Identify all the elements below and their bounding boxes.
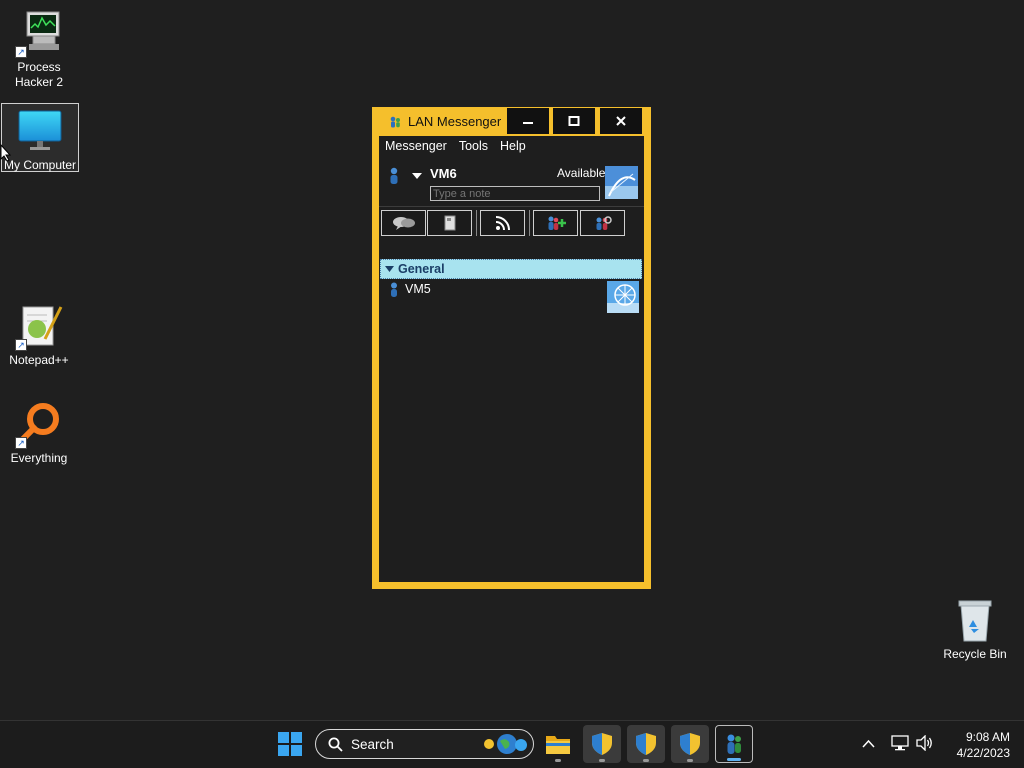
- file-transfer-icon: [444, 215, 455, 231]
- taskbar-shield-app-2[interactable]: [627, 725, 665, 763]
- taskbar-shield-app-1[interactable]: [583, 725, 621, 763]
- volume-icon[interactable]: [916, 735, 934, 751]
- menu-tools[interactable]: Tools: [453, 136, 494, 156]
- search-icon: [328, 737, 343, 752]
- add-contact-button[interactable]: [533, 210, 578, 236]
- minimize-icon: [523, 122, 533, 124]
- file-transfer-button[interactable]: [427, 210, 472, 236]
- profile-panel: VM6 Available: [379, 156, 644, 204]
- lan-messenger-app-icon: [727, 734, 741, 754]
- desktop-icon-everything[interactable]: ↗ Everything: [0, 401, 78, 466]
- active-indicator: [727, 758, 741, 761]
- desktop-icon-label: Process: [17, 60, 61, 74]
- note-input[interactable]: [430, 186, 600, 201]
- window-client-area: Messenger Tools Help VM6 Available Type …: [379, 136, 644, 582]
- menu-messenger[interactable]: Messenger: [379, 136, 453, 156]
- close-button[interactable]: [599, 107, 643, 135]
- start-button[interactable]: [271, 725, 309, 763]
- chevron-up-icon[interactable]: [862, 739, 875, 748]
- search-highlight-icon: [484, 734, 527, 754]
- lan-messenger-app-icon: [390, 116, 400, 127]
- clock-date: 4/22/2023: [956, 746, 1010, 760]
- broadcast-icon: [495, 216, 510, 231]
- running-indicator: [687, 759, 693, 762]
- desktop-icon-label-line2: Hacker 2: [14, 75, 64, 89]
- menu-bar: Messenger Tools Help: [379, 136, 532, 156]
- search-label: Search: [351, 736, 394, 752]
- taskbar-shield-app-3[interactable]: [671, 725, 709, 763]
- broadcast-button[interactable]: [480, 210, 525, 236]
- shortcut-arrow-icon: ↗: [15, 437, 27, 449]
- user-avatar[interactable]: [605, 166, 638, 199]
- window-title: LAN Messenger: [408, 114, 502, 129]
- monitor-icon: [16, 108, 64, 156]
- magnifier-icon: ↗: [15, 401, 63, 449]
- refresh-contacts-button[interactable]: [580, 210, 625, 236]
- recycle-bin-icon: [951, 597, 999, 645]
- shield-icon: [592, 733, 612, 755]
- chat-button[interactable]: [381, 210, 426, 236]
- maximize-button[interactable]: [552, 107, 596, 135]
- taskbar-file-explorer[interactable]: [539, 725, 577, 763]
- status-label: Available: [557, 166, 606, 180]
- status-dropdown-icon[interactable]: [412, 173, 422, 179]
- taskbar: Search 9:08 AM 4/22/2023: [0, 720, 1024, 768]
- desktop-icon-label: My Computer: [3, 158, 77, 172]
- expand-arrow-icon: [385, 266, 394, 272]
- contact-name: VM5: [405, 282, 431, 296]
- user-status-icon[interactable]: [388, 167, 400, 185]
- shield-icon: [636, 733, 656, 755]
- running-indicator: [643, 759, 649, 762]
- folder-icon: [546, 736, 570, 754]
- shield-icon: [680, 733, 700, 755]
- taskbar-lan-messenger[interactable]: [715, 725, 753, 763]
- lan-messenger-window: LAN Messenger Messenger Tools Help VM6 A…: [372, 107, 651, 589]
- desktop-icon-recycle-bin[interactable]: Recycle Bin: [936, 597, 1014, 662]
- title-bar[interactable]: LAN Messenger: [372, 107, 651, 136]
- windows-logo-icon: [278, 732, 302, 756]
- menu-help[interactable]: Help: [494, 136, 532, 156]
- shortcut-arrow-icon: ↗: [15, 339, 27, 351]
- running-indicator: [599, 759, 605, 762]
- clock[interactable]: 9:08 AM 4/22/2023: [944, 729, 1010, 761]
- desktop-icon-my-computer[interactable]: My Computer: [1, 103, 79, 172]
- refresh-contacts-icon: [596, 216, 612, 230]
- clock-time: 9:08 AM: [965, 730, 1010, 744]
- chat-icon: [392, 217, 415, 230]
- contact-avatar: [607, 281, 639, 313]
- add-contact-icon: [548, 216, 566, 230]
- toolbar: [379, 206, 644, 237]
- contact-status-icon: [391, 282, 397, 297]
- network-icon[interactable]: [891, 735, 909, 751]
- shortcut-arrow-icon: ↗: [15, 46, 27, 58]
- toolbar-separator: [529, 210, 530, 236]
- user-name: VM6: [430, 166, 457, 181]
- desktop-icon-notepad-plus-plus[interactable]: ↗ Notepad++: [0, 303, 78, 368]
- contact-group-header[interactable]: General: [380, 259, 642, 279]
- process-hacker-icon: ↗: [15, 10, 63, 58]
- desktop-icon-process-hacker[interactable]: ↗ Process Hacker 2: [0, 10, 78, 90]
- maximize-icon: [568, 116, 580, 126]
- minimize-button[interactable]: [506, 107, 550, 135]
- desktop-icon-label: Recycle Bin: [943, 647, 1007, 661]
- running-indicator: [555, 759, 561, 762]
- taskbar-search[interactable]: Search: [315, 729, 534, 759]
- group-name: General: [398, 262, 445, 276]
- mouse-cursor-icon: [0, 144, 12, 162]
- contact-item[interactable]: VM5: [379, 280, 644, 316]
- desktop-icon-label: Notepad++: [9, 353, 69, 367]
- desktop-icon-label: Everything: [10, 451, 68, 465]
- close-icon: [616, 116, 626, 126]
- toolbar-separator: [476, 210, 477, 236]
- notepad-plus-plus-icon: ↗: [15, 303, 63, 351]
